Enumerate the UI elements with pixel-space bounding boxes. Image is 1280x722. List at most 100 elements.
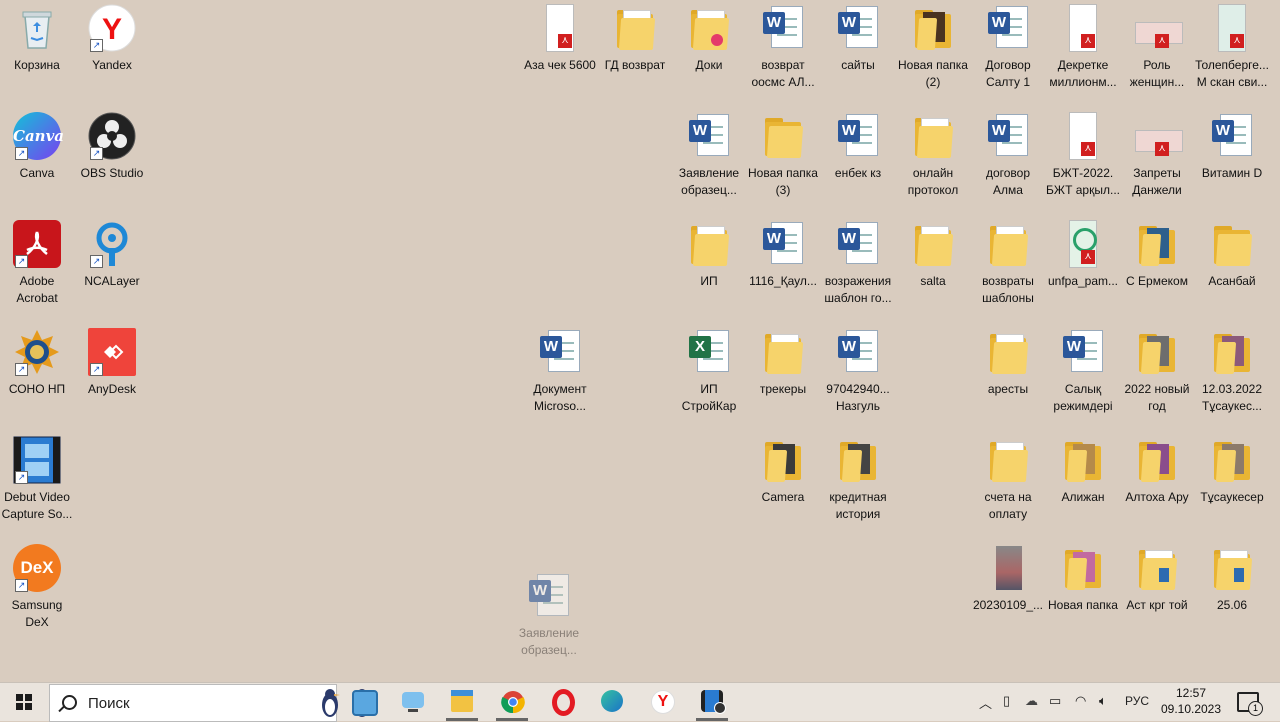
- shortcut-arrow-icon: ↗: [90, 363, 103, 376]
- yandex-shortcut[interactable]: Y ↗ Yandex: [75, 0, 149, 104]
- excel-file-item[interactable]: X ИП СтройКар: [672, 324, 746, 428]
- ncalayer-shortcut[interactable]: ↗ NCALayer: [75, 216, 149, 320]
- wifi-icon[interactable]: ◠: [1075, 693, 1086, 709]
- folder-item[interactable]: ИП: [672, 216, 746, 320]
- folder-item[interactable]: С Ермеком: [1120, 216, 1194, 320]
- acrobat-shortcut[interactable]: ↗ Adobe Acrobat: [0, 216, 74, 320]
- pdf-file-item[interactable]: ⋏ Декретке миллионм...: [1046, 0, 1120, 104]
- taskbar-opera[interactable]: [538, 683, 586, 721]
- word-file-item[interactable]: W 1116_Қаул...: [746, 216, 820, 320]
- search-box[interactable]: Поиск: [49, 684, 370, 722]
- excel-spreadsheet-icon: X: [685, 328, 733, 376]
- pdf-file-icon: ⋏: [1133, 4, 1183, 52]
- taskbar-yandex[interactable]: Y: [638, 683, 686, 721]
- folder-item[interactable]: аресты: [971, 324, 1045, 428]
- folder-item[interactable]: кредитная история: [821, 432, 895, 536]
- pdf-file-item[interactable]: ⋏ БЖТ-2022. БЖТ арқыл...: [1046, 108, 1120, 212]
- icon-label: Заявление образец...: [518, 626, 580, 657]
- folder-icon: [685, 220, 733, 268]
- icon-label: Роль женщин...: [1129, 58, 1185, 89]
- debut-shortcut[interactable]: ↗ Debut Video Capture So...: [0, 432, 74, 536]
- folder-item[interactable]: Тұсаукесер: [1195, 432, 1269, 536]
- folder-item[interactable]: Алижан: [1046, 432, 1120, 536]
- folder-item[interactable]: трекеры: [746, 324, 820, 428]
- taskbar-debut[interactable]: [688, 683, 736, 721]
- folder-item[interactable]: возвраты шаблоны: [971, 216, 1045, 320]
- icon-label: ИП: [700, 274, 718, 288]
- folder-item[interactable]: 2022 новый год: [1120, 324, 1194, 428]
- edge-icon: [601, 690, 623, 712]
- language-indicator[interactable]: РУС: [1125, 694, 1149, 708]
- icon-label: Договор Салту 1: [985, 58, 1031, 89]
- taskbar-chrome[interactable]: [488, 683, 536, 721]
- word-file-item[interactable]: W 97042940... Назгуль: [821, 324, 895, 428]
- word-file-item[interactable]: W возврат оосмс АЛ...: [746, 0, 820, 104]
- shortcut-arrow-icon: ↗: [15, 255, 28, 268]
- folder-item[interactable]: Алтоха Ару: [1120, 432, 1194, 536]
- word-file-item[interactable]: W енбек кз: [821, 108, 895, 212]
- folder-item[interactable]: ГД возврат: [598, 0, 672, 104]
- icon-label: 12.03.2022 Тұсаукес...: [1201, 382, 1263, 413]
- windows-logo-icon: [16, 694, 32, 710]
- pdf-file-icon: ⋏: [1059, 112, 1107, 160]
- image-thumbnail-icon: [984, 544, 1032, 592]
- folder-item[interactable]: счета на оплату: [971, 432, 1045, 536]
- folder-item[interactable]: Доки: [672, 0, 746, 104]
- word-file-item[interactable]: W Договор Салту 1: [971, 0, 1045, 104]
- pdf-file-icon: ⋏: [1208, 4, 1256, 52]
- pdf-file-item[interactable]: ⋏ Толепберге... М скан сви...: [1195, 0, 1269, 104]
- opera-icon: [552, 689, 575, 716]
- folder-item[interactable]: онлайн протокол: [896, 108, 970, 212]
- folder-item[interactable]: Новая папка (3): [746, 108, 820, 212]
- notification-center-icon[interactable]: 1: [1237, 692, 1263, 716]
- sono-shortcut[interactable]: ↗ СОНО НП: [0, 324, 74, 428]
- word-file-item[interactable]: W договор Алма: [971, 108, 1045, 212]
- system-tray: ︿ ▯ ☁ ▭ ◠ 🔈︎ РУС: [975, 683, 1275, 721]
- folder-item[interactable]: salta: [896, 216, 970, 320]
- folder-item[interactable]: Аст крг той: [1120, 540, 1194, 644]
- folder-item[interactable]: Новая папка: [1046, 540, 1120, 644]
- word-file-item[interactable]: W сайты: [821, 0, 895, 104]
- taskbar-control-panel[interactable]: [339, 683, 387, 721]
- word-file-item[interactable]: W Витамин D: [1195, 108, 1269, 212]
- shortcut-arrow-icon: ↗: [90, 147, 103, 160]
- taskbar-file-explorer[interactable]: [438, 683, 486, 721]
- obs-shortcut[interactable]: ↗ OBS Studio: [75, 108, 149, 212]
- word-document-icon: W: [984, 4, 1032, 52]
- device-icon[interactable]: ▯: [1003, 693, 1010, 709]
- word-file-item[interactable]: W Заявление образец...: [672, 108, 746, 212]
- pdf-file-icon: ⋏: [1059, 220, 1107, 268]
- icon-label: онлайн протокол: [907, 166, 959, 197]
- folder-icon: [759, 436, 807, 484]
- battery-icon[interactable]: ▭: [1049, 693, 1061, 709]
- dragged-word-file-ghost[interactable]: W Заявление образец...: [512, 568, 586, 672]
- folder-item[interactable]: 25.06: [1195, 540, 1269, 644]
- folder-item[interactable]: Новая папка (2): [896, 0, 970, 104]
- folder-item[interactable]: Camera: [746, 432, 820, 536]
- taskbar-edge[interactable]: [588, 683, 636, 721]
- pdf-file-item[interactable]: ⋏ Запреты Данжели: [1120, 108, 1194, 212]
- clock[interactable]: 12:57 09.10.2023: [1158, 685, 1224, 717]
- folder-item[interactable]: 12.03.2022 Тұсаукес...: [1195, 324, 1269, 428]
- volume-icon[interactable]: 🔈︎: [1099, 693, 1107, 709]
- icon-label: Новая папка (2): [898, 58, 968, 89]
- icon-label: 20230109_...: [972, 598, 1044, 612]
- anydesk-shortcut[interactable]: ↗ AnyDesk: [75, 324, 149, 428]
- samsung-dex-shortcut[interactable]: DeX ↗ Samsung DeX: [0, 540, 74, 644]
- start-button[interactable]: [0, 683, 48, 721]
- word-file-item[interactable]: W Документ Microso...: [523, 324, 597, 428]
- word-file-item[interactable]: W возражения шаблон го...: [821, 216, 895, 320]
- pdf-file-item[interactable]: ⋏ unfpa_pam...: [1046, 216, 1120, 320]
- recycle-bin-icon[interactable]: Корзина: [0, 0, 74, 104]
- image-file-item[interactable]: 20230109_...: [971, 540, 1045, 644]
- word-file-item[interactable]: W Салық режимдері: [1046, 324, 1120, 428]
- canva-shortcut[interactable]: Canva ↗ Canva: [0, 108, 74, 212]
- pdf-file-item[interactable]: ⋏ Аза чек 5600: [523, 0, 597, 104]
- onedrive-cloud-icon[interactable]: ☁: [1025, 693, 1038, 709]
- pdf-file-item[interactable]: ⋏ Роль женщин...: [1120, 0, 1194, 104]
- folder-item[interactable]: Асанбай: [1195, 216, 1269, 320]
- word-document-icon: W: [536, 328, 584, 376]
- adobe-acrobat-icon: ↗: [13, 220, 61, 268]
- show-hidden-icons-chevron-up-icon[interactable]: ︿: [979, 693, 992, 712]
- taskbar-this-pc[interactable]: [389, 683, 437, 721]
